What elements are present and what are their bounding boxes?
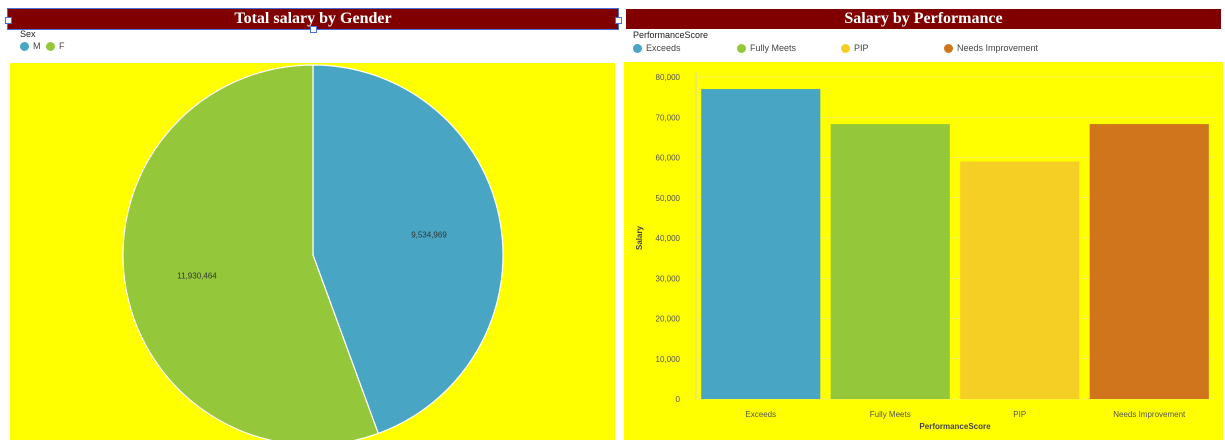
bar-plot-area: 0 10,000 20,000 30,000 40,000 50,000 60,000 70,… xyxy=(624,62,1223,440)
bar-legend: Exceeds Fully Meets PIP Needs Improvemen… xyxy=(633,43,1213,55)
legend-dot-icon xyxy=(20,41,29,51)
pie-plot-area: 9,534,969 11,930,464 xyxy=(10,63,615,440)
y-tick-label: 60,000 xyxy=(656,154,681,163)
x-tick-label: Fully Meets xyxy=(870,410,911,419)
x-tick-label: Needs Improvement xyxy=(1113,410,1186,419)
legend-dot-icon xyxy=(841,43,850,53)
legend-dot-icon xyxy=(944,43,953,53)
y-tick-label: 40,000 xyxy=(656,234,681,243)
y-tick-label: 0 xyxy=(676,395,681,404)
x-tick-label: Exceeds xyxy=(745,410,776,419)
legend-item-fully-meets[interactable]: Fully Meets xyxy=(737,43,796,53)
resize-handle-left[interactable] xyxy=(5,17,12,24)
pie-legend: M F xyxy=(20,41,220,53)
bar-pip[interactable] xyxy=(960,161,1080,399)
legend-label: Needs Improvement xyxy=(957,43,1039,53)
legend-label: Fully Meets xyxy=(750,43,797,53)
y-tick-label: 30,000 xyxy=(656,274,681,283)
y-tick-label: 70,000 xyxy=(656,113,681,122)
legend-item-f[interactable]: F xyxy=(46,41,65,51)
resize-handle-right[interactable] xyxy=(615,17,622,24)
y-tick-label: 50,000 xyxy=(656,194,681,203)
bar-chart: 0 10,000 20,000 30,000 40,000 50,000 60,000 70,… xyxy=(635,72,1214,431)
legend-item-exceeds[interactable]: Exceeds xyxy=(633,43,681,53)
y-tick-label: 80,000 xyxy=(656,73,681,82)
legend-item-pip[interactable]: PIP xyxy=(841,43,869,53)
y-tick-label: 20,000 xyxy=(656,315,681,324)
legend-dot-icon xyxy=(633,43,642,53)
pie-data-label-f: 11,930,464 xyxy=(177,272,217,281)
legend-label: Exceeds xyxy=(646,43,681,53)
pie-legend-title: Sex xyxy=(20,29,36,39)
y-axis-title: Salary xyxy=(635,225,644,250)
pie-data-label-m: 9,534,969 xyxy=(411,230,447,239)
legend-label: PIP xyxy=(854,43,869,53)
legend-label: M xyxy=(33,41,41,51)
bar-chart-title: Salary by Performance xyxy=(626,9,1221,29)
x-axis-title: PerformanceScore xyxy=(919,422,991,431)
legend-dot-icon xyxy=(46,41,55,51)
pie-chart: 9,534,969 11,930,464 xyxy=(122,64,504,440)
bar-fully-meets[interactable] xyxy=(830,124,950,399)
gender-salary-panel: Total salary by Gender Sex M F 9,534,969… xyxy=(0,0,622,440)
y-tick-label: 10,000 xyxy=(656,355,681,364)
legend-label: F xyxy=(59,41,65,51)
x-tick-label: PIP xyxy=(1013,410,1026,419)
bar-legend-title: PerformanceScore xyxy=(633,30,709,40)
resize-handle-bottom[interactable] xyxy=(310,26,317,33)
bar-exceeds[interactable] xyxy=(701,89,821,399)
legend-dot-icon xyxy=(737,43,746,53)
legend-item-m[interactable]: M xyxy=(20,41,41,51)
bar-needs-improvement[interactable] xyxy=(1089,124,1209,399)
legend-item-needs-improvement[interactable]: Needs Improvement xyxy=(944,43,1038,53)
